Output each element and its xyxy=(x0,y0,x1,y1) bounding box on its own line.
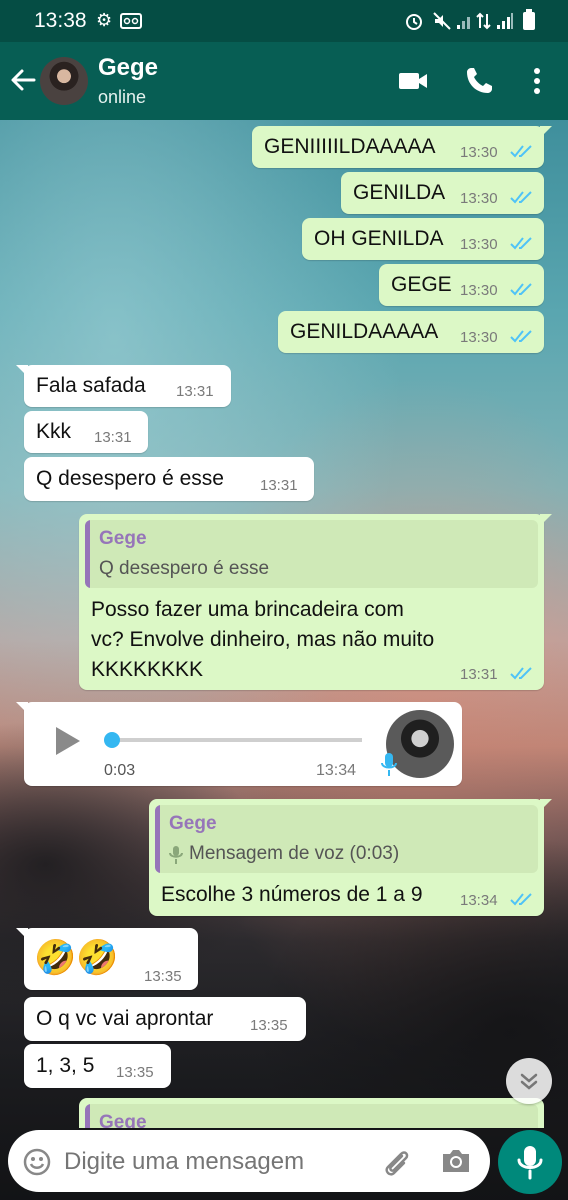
incoming-message[interactable]: Fala safada 13:31 xyxy=(16,365,231,407)
message-text: GENILDAAAAA xyxy=(290,320,439,343)
microphone-icon xyxy=(517,1146,543,1180)
emoji-message: 🤣🤣 xyxy=(34,939,119,977)
read-ticks-icon xyxy=(510,191,532,204)
microphone-icon xyxy=(381,753,397,776)
message-text: Q desespero é esse xyxy=(36,467,224,490)
incoming-message[interactable]: O q vc vai aprontar 13:35 xyxy=(24,997,306,1041)
mic-small-icon xyxy=(169,846,183,864)
signal-weak-icon xyxy=(457,17,470,29)
read-ticks-icon xyxy=(510,237,532,250)
attach-icon[interactable] xyxy=(380,1146,412,1178)
message-time: 13:31 xyxy=(176,383,214,400)
chat-header: Gege online xyxy=(0,42,568,120)
contact-avatar[interactable] xyxy=(40,57,88,105)
message-time: 13:30 xyxy=(460,282,498,299)
message-text: 1, 3, 5 xyxy=(36,1054,95,1077)
voice-record-button[interactable] xyxy=(498,1130,562,1194)
message-time: 13:35 xyxy=(116,1064,154,1081)
incoming-message[interactable]: 🤣🤣 13:35 xyxy=(16,928,198,990)
message-input[interactable] xyxy=(62,1142,366,1182)
quoted-text: Mensagem de voz (0:03) xyxy=(189,843,400,864)
outgoing-message[interactable]: GENILDAAAAA 13:30 xyxy=(278,311,544,353)
message-time: 13:35 xyxy=(144,968,182,985)
mute-icon xyxy=(433,12,451,30)
outgoing-message[interactable]: OH GENILDA 13:30 xyxy=(302,218,544,260)
back-arrow-icon[interactable] xyxy=(8,60,40,100)
outgoing-reply-message[interactable]: Gege Q desespero é esse Posso fazer uma … xyxy=(79,514,552,690)
outgoing-message[interactable]: GENILDA 13:30 xyxy=(341,172,544,214)
message-time: 13:30 xyxy=(460,190,498,207)
voice-progress-slider[interactable] xyxy=(104,730,364,750)
message-input-bar xyxy=(8,1130,490,1192)
read-ticks-icon xyxy=(510,893,532,906)
emoji-icon[interactable] xyxy=(22,1147,52,1177)
quoted-message[interactable]: Gege Q desespero é esse xyxy=(85,520,538,588)
quoted-author: Gege xyxy=(169,813,217,834)
outgoing-message[interactable]: GEGE 13:30 xyxy=(379,264,544,306)
message-text: GENIIIIILDAAAAA xyxy=(264,135,436,158)
incoming-message[interactable]: Kkk 13:31 xyxy=(24,411,148,453)
incoming-message[interactable]: 1, 3, 5 13:35 xyxy=(24,1044,171,1088)
message-time: 13:30 xyxy=(460,236,498,253)
message-text: GEGE xyxy=(391,273,452,296)
contact-name[interactable]: Gege xyxy=(98,54,158,82)
message-time: 13:31 xyxy=(460,666,498,683)
message-text-line: Posso fazer uma brincadeira com xyxy=(91,598,404,621)
message-time: 13:34 xyxy=(316,762,357,779)
quoted-message[interactable]: Gege xyxy=(85,1104,538,1128)
message-text: OH GENILDA xyxy=(314,227,444,250)
contact-status: online xyxy=(98,87,147,107)
status-time: 13:38 xyxy=(34,9,87,32)
more-options-icon[interactable] xyxy=(520,64,554,98)
quoted-author: Gege xyxy=(99,528,147,549)
message-text-line: vc? Envolve dinheiro, mas não muito xyxy=(91,628,435,651)
camera-icon[interactable] xyxy=(440,1146,472,1176)
message-text: O q vc vai aprontar xyxy=(36,1007,214,1030)
read-ticks-icon xyxy=(510,330,532,343)
voice-call-icon[interactable] xyxy=(462,64,496,98)
signal-icon xyxy=(497,13,513,29)
message-time: 13:31 xyxy=(260,477,298,494)
alarm-icon xyxy=(406,14,422,30)
quoted-text: Q desespero é esse xyxy=(99,558,270,579)
battery-icon xyxy=(523,9,535,30)
outgoing-reply-message-partial[interactable]: Gege xyxy=(79,1098,544,1128)
quoted-message[interactable]: Gege Mensagem de voz (0:03) xyxy=(155,805,538,873)
status-bar: 13:38 ⚙ xyxy=(0,0,568,42)
settings-icon: ⚙ xyxy=(96,10,113,30)
incoming-message[interactable]: Q desespero é esse 13:31 xyxy=(24,457,314,501)
voicemail-icon xyxy=(120,13,142,29)
message-time: 13:31 xyxy=(94,429,132,446)
video-call-icon[interactable] xyxy=(396,64,430,98)
message-text: GENILDA xyxy=(353,181,446,204)
message-time: 13:35 xyxy=(250,1017,288,1034)
message-text-line: KKKKKKKK xyxy=(91,658,204,681)
play-icon[interactable] xyxy=(50,724,84,758)
quoted-author: Gege xyxy=(99,1112,147,1128)
message-text: Kkk xyxy=(36,420,72,443)
message-time: 13:30 xyxy=(460,144,498,161)
message-text: Fala safada xyxy=(36,374,146,397)
outgoing-message[interactable]: GENIIIIILDAAAAA 13:30 xyxy=(252,126,552,168)
read-ticks-icon xyxy=(510,667,532,680)
double-chevron-down-icon xyxy=(520,1073,538,1090)
message-time: 13:30 xyxy=(460,329,498,346)
message-text: Escolhe 3 números de 1 a 9 xyxy=(161,883,423,906)
voice-duration: 0:03 xyxy=(104,762,136,779)
read-ticks-icon xyxy=(510,145,532,158)
scroll-to-bottom-button[interactable] xyxy=(506,1058,552,1104)
incoming-voice-message[interactable]: 0:03 13:34 xyxy=(16,702,462,786)
data-arrows-icon xyxy=(476,12,491,30)
outgoing-reply-message[interactable]: Gege Mensagem de voz (0:03) Escolhe 3 nú… xyxy=(149,799,552,916)
read-ticks-icon xyxy=(510,283,532,296)
message-time: 13:34 xyxy=(460,892,498,909)
